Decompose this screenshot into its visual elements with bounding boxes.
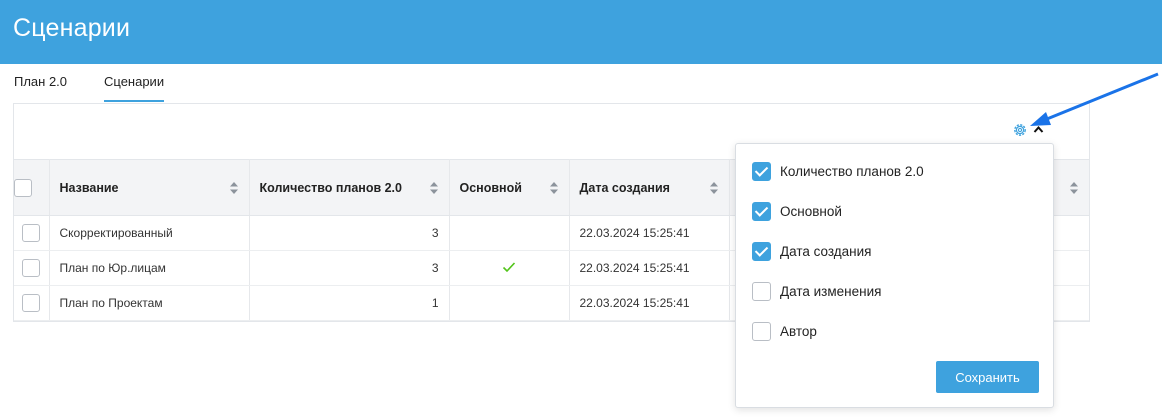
sort-icon[interactable]: [1069, 181, 1079, 195]
column-label: Количество планов 2.0: [259, 180, 403, 195]
save-button[interactable]: Сохранить: [936, 361, 1039, 393]
cell-created: 22.03.2024 15:25:41: [569, 250, 730, 286]
sort-icon[interactable]: [429, 181, 439, 195]
column-header-plans-count[interactable]: Количество планов 2.0: [249, 159, 450, 216]
sort-icon[interactable]: [229, 181, 239, 195]
option-label: Дата создания: [780, 244, 872, 259]
column-header-name[interactable]: Название: [49, 159, 250, 216]
option-plans-count[interactable]: Количество планов 2.0: [752, 162, 924, 184]
sort-icon[interactable]: [709, 181, 719, 195]
cell-name: Скорректированный: [49, 215, 250, 251]
option-author[interactable]: Автор: [752, 322, 817, 344]
row-checkbox[interactable]: [22, 259, 41, 277]
arrow-icon: [1030, 72, 1159, 126]
option-main[interactable]: Основной: [752, 202, 842, 224]
cell-created: 22.03.2024 15:25:41: [569, 215, 730, 251]
option-modified[interactable]: Дата изменения: [752, 282, 881, 304]
cell-name: План по Проектам: [49, 285, 250, 321]
cell-plans-count: 1: [249, 285, 450, 321]
column-label: Основной: [459, 180, 522, 195]
option-checkbox[interactable]: [752, 202, 771, 221]
row-select-cell: [14, 250, 50, 286]
option-label: Автор: [780, 324, 817, 339]
tab-bar: План 2.0 Сценарии: [0, 64, 1162, 104]
option-checkbox[interactable]: [752, 282, 771, 301]
tab-scenarios[interactable]: Сценарии: [104, 74, 165, 102]
cell-plans-count: 3: [249, 250, 450, 286]
tab-plan-2[interactable]: План 2.0: [14, 74, 67, 102]
option-label: Дата изменения: [780, 284, 882, 299]
sort-icon[interactable]: [549, 181, 559, 195]
column-label: Название: [59, 180, 119, 195]
cell-main: [449, 285, 570, 321]
option-checkbox[interactable]: [752, 242, 771, 261]
page-title: Сценарии: [13, 14, 131, 42]
column-header-main[interactable]: Основной: [449, 159, 570, 216]
cell-main: [449, 250, 570, 286]
column-settings-popup: Количество планов 2.0 Основной Дата созд…: [735, 143, 1054, 408]
row-select-cell: [14, 215, 50, 251]
select-all-cell: [14, 159, 50, 216]
column-header-created[interactable]: Дата создания: [569, 159, 730, 216]
select-all-checkbox[interactable]: [14, 178, 32, 197]
cell-created: 22.03.2024 15:25:41: [569, 285, 730, 321]
option-checkbox[interactable]: [752, 322, 771, 341]
option-label: Основной: [780, 204, 842, 219]
cell-main: [449, 215, 570, 251]
option-label: Количество планов 2.0: [780, 164, 924, 179]
column-label: Дата создания: [579, 180, 670, 195]
cell-plans-count: 3: [249, 215, 450, 251]
cell-name: План по Юр.лицам: [49, 250, 250, 286]
row-checkbox[interactable]: [22, 224, 41, 242]
checkmark-icon: [502, 261, 516, 272]
page-header: Сценарии: [0, 0, 1162, 64]
option-checkbox[interactable]: [752, 162, 771, 181]
row-select-cell: [14, 285, 50, 321]
row-checkbox[interactable]: [22, 294, 41, 312]
option-created[interactable]: Дата создания: [752, 242, 872, 264]
